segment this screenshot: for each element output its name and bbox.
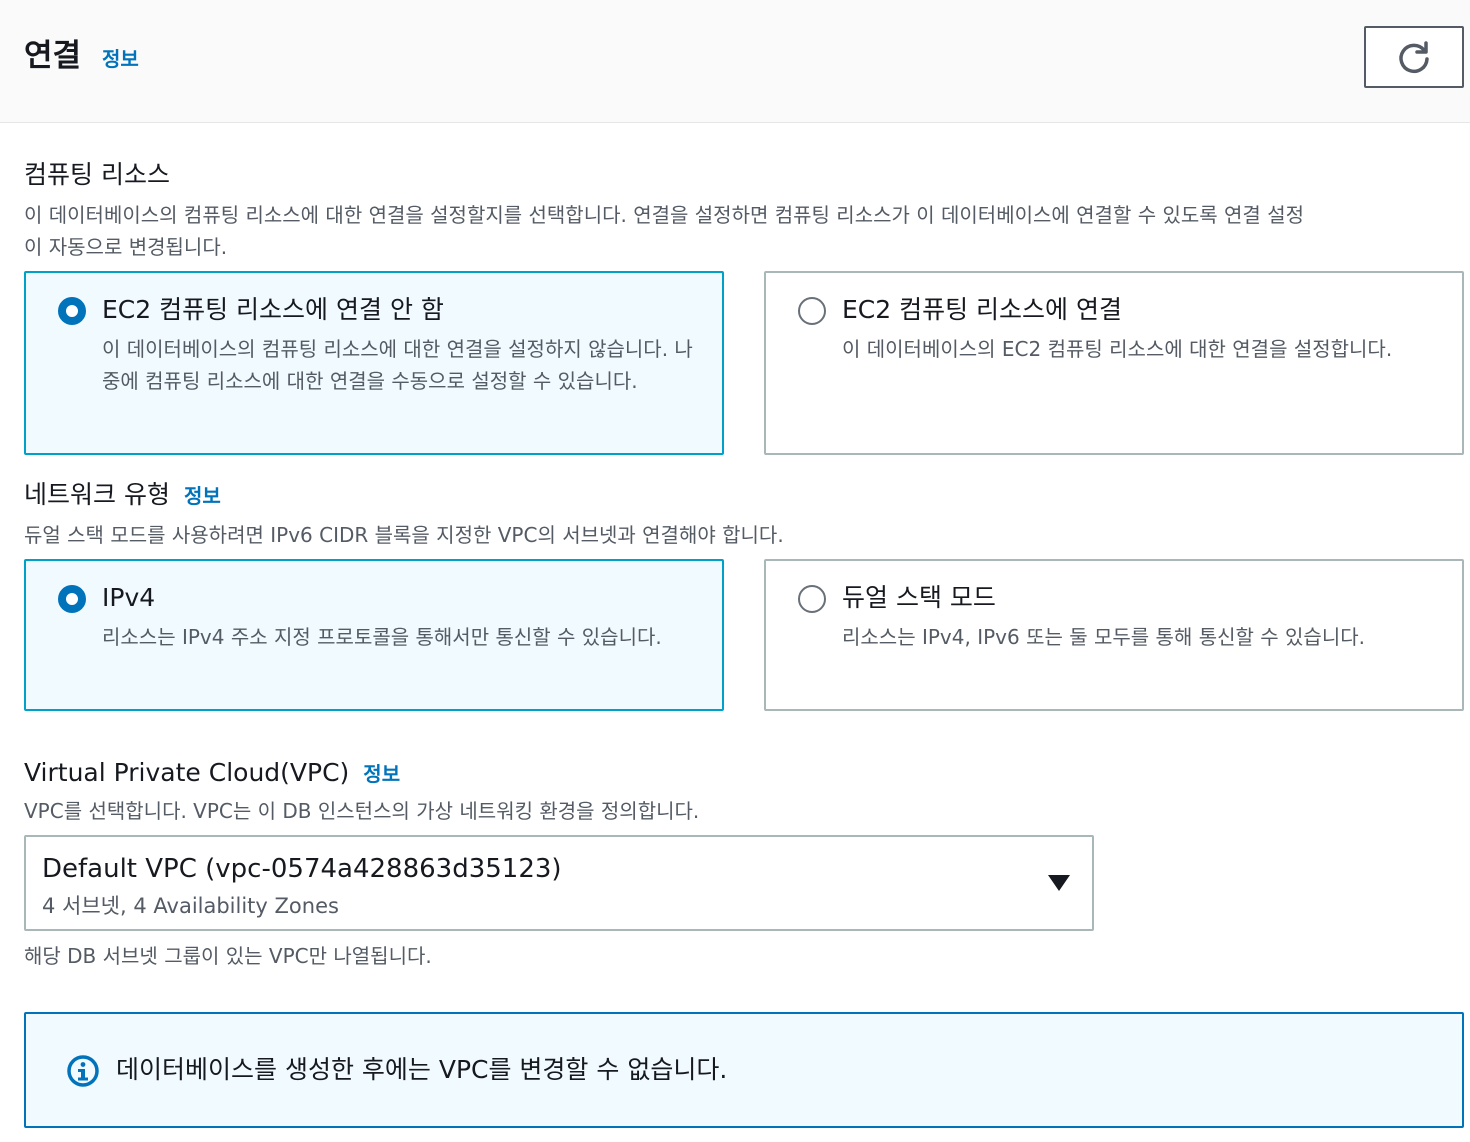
compute-option-no-connect[interactable]: EC2 컴퓨팅 리소스에 연결 안 함 이 데이터베이스의 컴퓨팅 리소스에 대… xyxy=(24,271,724,455)
vpc-selected-value: Default VPC (vpc-0574a428863d35123) xyxy=(42,854,562,884)
compute-label: 컴퓨팅 리소스 xyxy=(24,160,170,189)
network-option-ipv4[interactable]: IPv4 리소스는 IPv4 주소 지정 프로토콜을 통해서만 통신할 수 있습… xyxy=(24,559,724,711)
radio-button-unchecked[interactable] xyxy=(798,297,826,325)
radio-button-checked[interactable] xyxy=(58,585,86,613)
header-info-link[interactable]: 정보 xyxy=(102,45,139,73)
network-info-link[interactable]: 정보 xyxy=(184,484,221,508)
compute-option-connect[interactable]: EC2 컴퓨팅 리소스에 연결 이 데이터베이스의 EC2 컴퓨팅 리소스에 대… xyxy=(764,271,1464,455)
refresh-button[interactable] xyxy=(1364,26,1464,88)
vpc-label: Virtual Private Cloud(VPC) 정보 xyxy=(24,756,400,791)
info-alert: 데이터베이스를 생성한 후에는 VPC를 변경할 수 없습니다. xyxy=(24,1012,1464,1128)
vpc-hint: 해당 DB 서브넷 그룹이 있는 VPC만 나열됩니다. xyxy=(24,944,432,968)
option-title: IPv4 xyxy=(102,583,156,612)
option-title: EC2 컴퓨팅 리소스에 연결 안 함 xyxy=(102,295,444,324)
network-label-text: 네트워크 유형 xyxy=(24,480,170,509)
caret-down-icon xyxy=(1048,875,1070,891)
option-description: 리소스는 IPv4, IPv6 또는 둘 모두를 통해 통신할 수 있습니다. xyxy=(842,625,1365,649)
vpc-description: VPC를 선택합니다. VPC는 이 DB 인스턴스의 가상 네트워킹 환경을 … xyxy=(24,799,700,823)
option-description: 리소스는 IPv4 주소 지정 프로토콜을 통해서만 통신할 수 있습니다. xyxy=(102,625,662,649)
radio-button-unchecked[interactable] xyxy=(798,585,826,613)
option-title: 듀얼 스택 모드 xyxy=(842,583,996,612)
option-description: 이 데이터베이스의 EC2 컴퓨팅 리소스에 대한 연결을 설정합니다. xyxy=(842,337,1393,361)
network-label: 네트워크 유형 정보 xyxy=(24,478,221,513)
info-icon xyxy=(67,1055,99,1087)
alert-text: 데이터베이스를 생성한 후에는 VPC를 변경할 수 없습니다. xyxy=(116,1055,728,1084)
vpc-selected-subtext: 4 서브넷, 4 Availability Zones xyxy=(42,894,339,918)
refresh-icon xyxy=(1399,41,1429,74)
vpc-select[interactable]: Default VPC (vpc-0574a428863d35123) 4 서브… xyxy=(24,835,1094,931)
vpc-label-text: Virtual Private Cloud(VPC) xyxy=(24,758,350,787)
network-option-dual-stack[interactable]: 듀얼 스택 모드 리소스는 IPv4, IPv6 또는 둘 모두를 통해 통신할… xyxy=(764,559,1464,711)
network-description: 듀얼 스택 모드를 사용하려면 IPv6 CIDR 블록을 지정한 VPC의 서… xyxy=(24,523,784,547)
radio-button-checked[interactable] xyxy=(58,297,86,325)
option-title: EC2 컴퓨팅 리소스에 연결 xyxy=(842,295,1122,324)
vpc-info-link[interactable]: 정보 xyxy=(363,762,400,786)
compute-description-line1: 이 데이터베이스의 컴퓨팅 리소스에 대한 연결을 설정할지를 선택합니다. 연… xyxy=(24,203,1304,227)
option-description: 이 데이터베이스의 컴퓨팅 리소스에 대한 연결을 설정하지 않습니다. 나중에… xyxy=(102,337,693,393)
section-header: 연결 정보 xyxy=(0,0,1470,123)
compute-description-line2: 이 자동으로 변경됩니다. xyxy=(24,235,228,259)
section-title: 연결 xyxy=(24,38,82,74)
